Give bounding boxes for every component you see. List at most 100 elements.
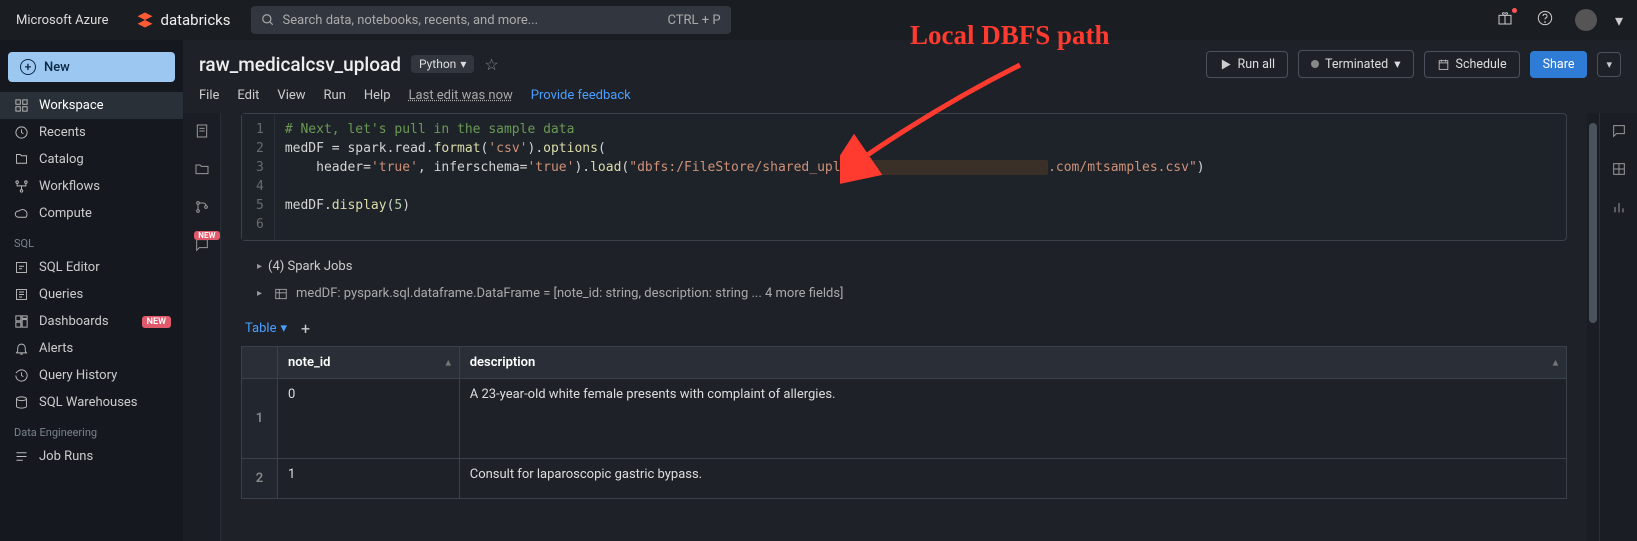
menu-view[interactable]: View xyxy=(277,88,305,103)
language-selector[interactable]: Python ▾ xyxy=(411,55,474,73)
table-row: 1 0 A 23-year-old white female presents … xyxy=(242,379,1567,459)
sql-icon xyxy=(14,260,29,275)
section-data-engineering: Data Engineering xyxy=(0,416,183,443)
main-area: raw_medicalcsv_upload Python ▾ ☆ Run all… xyxy=(183,40,1637,541)
cell-value[interactable]: Consult for laparoscopic gastric bypass. xyxy=(459,459,1566,499)
sidebar-item-recents[interactable]: Recents xyxy=(0,119,183,146)
databricks-brand[interactable]: databricks xyxy=(128,7,238,33)
sidebar-item-dashboards[interactable]: Dashboards NEW xyxy=(0,308,183,335)
share-button[interactable]: Share xyxy=(1530,51,1588,78)
scroll-thumb[interactable] xyxy=(1589,123,1597,323)
sidebar-item-label: SQL Warehouses xyxy=(39,395,138,410)
rail-comments-icon[interactable] xyxy=(1611,123,1627,143)
search-icon xyxy=(261,13,275,27)
notebook-title[interactable]: raw_medicalcsv_upload xyxy=(199,53,401,76)
result-table: note_id▴ description▴ 1 0 A 23-year-old … xyxy=(241,346,1567,499)
schema-row[interactable]: ▸ medDF: pyspark.sql.dataframe.DataFrame… xyxy=(241,282,1567,311)
table-row: 2 1 Consult for laparoscopic gastric byp… xyxy=(242,459,1567,499)
chevron-right-icon: ▸ xyxy=(257,261,262,272)
clock-icon xyxy=(14,125,29,140)
tab-label: Table xyxy=(245,321,276,336)
rail-doc-icon[interactable] xyxy=(194,123,210,143)
global-search[interactable]: Search data, notebooks, recents, and mor… xyxy=(251,6,731,34)
sidebar-item-label: Workspace xyxy=(39,98,104,113)
sidebar-item-catalog[interactable]: Catalog xyxy=(0,146,183,173)
attach-cluster-button[interactable]: Terminated ▾ xyxy=(1298,50,1413,78)
new-label: New xyxy=(44,60,70,75)
sidebar-item-label: Job Runs xyxy=(39,449,93,464)
schedule-button[interactable]: Schedule xyxy=(1424,51,1520,78)
sidebar-item-query-history[interactable]: Query History xyxy=(0,362,183,389)
code-content[interactable]: # Next, let's pull in the sample datamed… xyxy=(275,114,1566,240)
cell-value[interactable]: 0 xyxy=(278,379,460,459)
sidebar-item-label: Catalog xyxy=(39,152,84,167)
column-header[interactable]: note_id▴ xyxy=(278,347,460,379)
code-editor[interactable]: 1 2 3 4 5 6 # Next, let's pull in the sa… xyxy=(242,114,1566,240)
sidebar-item-alerts[interactable]: Alerts xyxy=(0,335,183,362)
bell-icon xyxy=(14,341,29,356)
sidebar-item-sql-warehouses[interactable]: SQL Warehouses xyxy=(0,389,183,416)
cell-value[interactable]: 1 xyxy=(278,459,460,499)
cloud-icon xyxy=(14,206,29,221)
spark-jobs-toggle[interactable]: ▸ (4) Spark Jobs xyxy=(241,251,1567,282)
menu-help[interactable]: Help xyxy=(364,88,391,103)
add-output-tab[interactable]: + xyxy=(301,319,310,338)
table-icon xyxy=(274,287,288,301)
right-tool-rail xyxy=(1599,113,1637,541)
calendar-icon xyxy=(1437,58,1450,71)
sidebar-item-workflows[interactable]: Workflows xyxy=(0,173,183,200)
annotation-text: Local DBFS path xyxy=(910,20,1110,51)
search-hint: CTRL + P xyxy=(667,13,720,28)
rail-folder-icon[interactable] xyxy=(194,161,210,181)
notebook-canvas: 1 2 3 4 5 6 # Next, let's pull in the sa… xyxy=(221,113,1587,541)
grid-icon xyxy=(14,98,29,113)
user-avatar[interactable] xyxy=(1575,9,1597,31)
sidebar-item-workspace[interactable]: Workspace xyxy=(0,92,183,119)
sidebar-item-queries[interactable]: Queries xyxy=(0,281,183,308)
rail-insights-icon[interactable] xyxy=(1611,199,1627,219)
button-label: Terminated xyxy=(1325,57,1388,72)
sidebar-item-compute[interactable]: Compute xyxy=(0,200,183,227)
menu-file[interactable]: File xyxy=(199,88,219,103)
left-sidebar: + New Workspace Recents Catalog Workflow… xyxy=(0,40,183,541)
vertical-scrollbar[interactable] xyxy=(1587,113,1599,541)
gift-icon[interactable] xyxy=(1491,6,1519,34)
output-tab-table[interactable]: Table ▾ xyxy=(245,321,287,336)
sidebar-item-sql-editor[interactable]: SQL Editor xyxy=(0,254,183,281)
search-placeholder: Search data, notebooks, recents, and mor… xyxy=(283,13,539,28)
menu-edit[interactable]: Edit xyxy=(237,88,259,103)
sidebar-item-label: Alerts xyxy=(39,341,73,356)
play-icon xyxy=(1219,58,1232,71)
top-bar: Microsoft Azure databricks Search data, … xyxy=(0,0,1637,40)
chevron-right-icon: ▸ xyxy=(257,288,262,299)
cell-value[interactable]: A 23-year-old white female presents with… xyxy=(459,379,1566,459)
catalog-icon xyxy=(14,152,29,167)
provide-feedback-link[interactable]: Provide feedback xyxy=(531,88,631,103)
run-all-button[interactable]: Run all xyxy=(1206,51,1288,78)
plus-icon: + xyxy=(20,59,36,75)
jobs-icon xyxy=(14,449,29,464)
sort-icon[interactable]: ▴ xyxy=(446,357,451,368)
warehouse-icon xyxy=(14,395,29,410)
rail-git-icon[interactable] xyxy=(194,199,210,219)
rail-variables-icon[interactable] xyxy=(1611,161,1627,181)
last-edit-info[interactable]: Last edit was now xyxy=(409,88,513,103)
header-more-chevron[interactable]: ▾ xyxy=(1597,52,1621,77)
menu-run[interactable]: Run xyxy=(324,88,346,103)
code-cell[interactable]: 1 2 3 4 5 6 # Next, let's pull in the sa… xyxy=(241,113,1567,241)
row-number: 1 xyxy=(242,379,278,459)
button-label: Schedule xyxy=(1456,57,1507,72)
sidebar-item-job-runs[interactable]: Job Runs xyxy=(0,443,183,470)
rail-assistant-icon[interactable]: NEW xyxy=(194,237,210,257)
sidebar-item-label: Recents xyxy=(39,125,86,140)
new-button[interactable]: + New xyxy=(8,52,175,82)
sort-icon[interactable]: ▴ xyxy=(1553,357,1558,368)
column-header[interactable]: description▴ xyxy=(459,347,1566,379)
star-icon[interactable]: ☆ xyxy=(484,55,498,74)
user-chevron-icon[interactable]: ▾ xyxy=(1609,7,1629,34)
databricks-icon xyxy=(136,11,154,29)
chevron-down-icon: ▾ xyxy=(280,321,287,336)
query-icon xyxy=(14,287,29,302)
help-icon[interactable] xyxy=(1531,6,1559,34)
new-badge: NEW xyxy=(142,316,171,328)
